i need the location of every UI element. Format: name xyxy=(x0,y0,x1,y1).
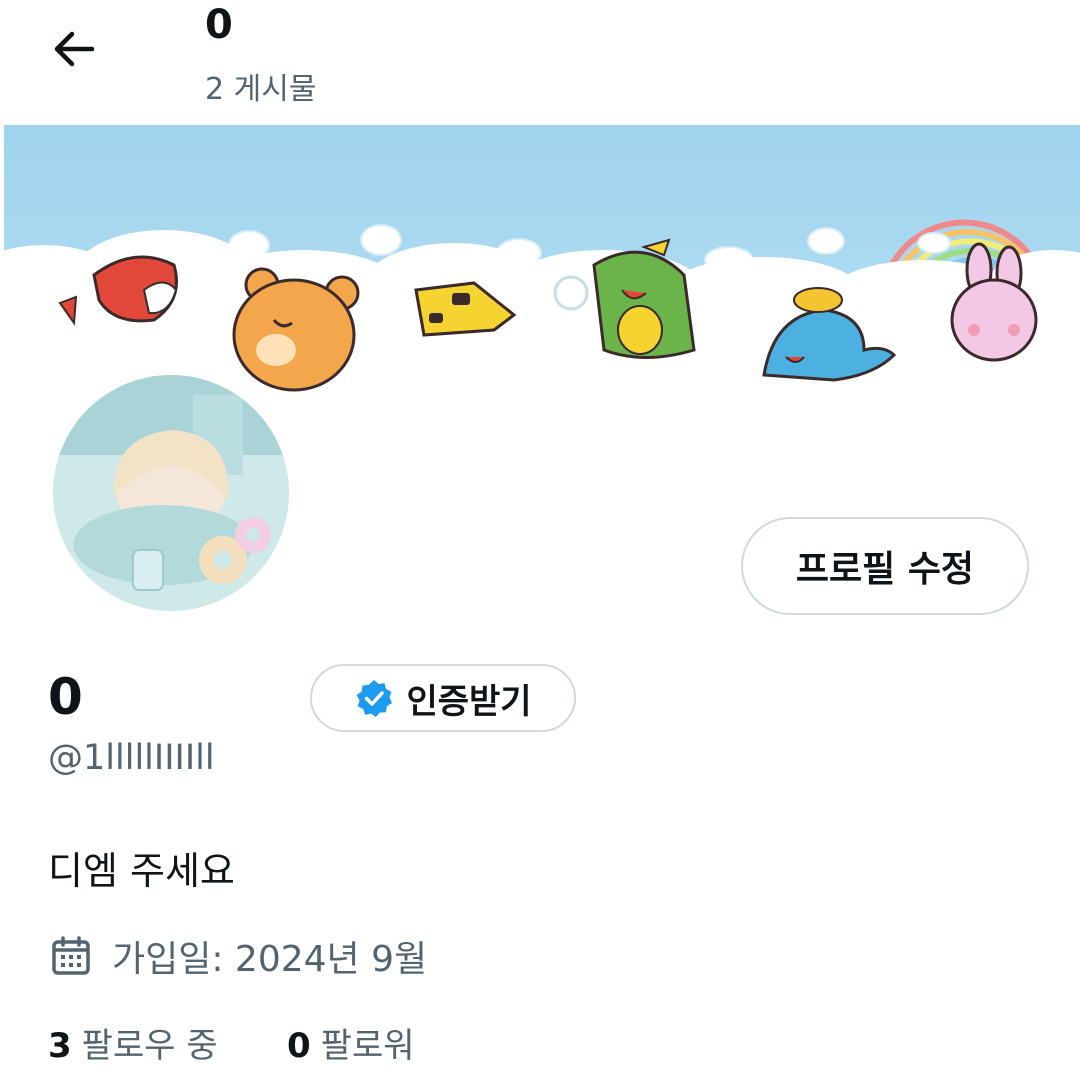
followers-label: 팔로워 xyxy=(320,1026,415,1066)
post-count: 2 게시물 xyxy=(205,72,317,107)
calendar-icon xyxy=(52,936,90,975)
profile-bio: 디엠 주세요 xyxy=(48,849,235,893)
profile-avatar[interactable] xyxy=(53,375,289,611)
verified-badge-icon xyxy=(356,680,393,717)
profile-handle: @1lllllIIIIll xyxy=(48,738,215,778)
get-verified-button[interactable]: 인증받기 xyxy=(310,664,576,732)
arrow-left-icon xyxy=(54,31,95,67)
followers-count: 0 xyxy=(287,1026,311,1066)
followers-link[interactable]: 0 팔로워 xyxy=(287,1018,415,1067)
joined-date-text: 가입일: 2024년 9월 xyxy=(112,939,428,980)
following-link[interactable]: 3 팔로우 중 xyxy=(48,1018,218,1067)
top-bar: 0 2 게시물 xyxy=(0,0,1080,124)
joined-date: 가입일: 2024년 9월 xyxy=(50,930,427,982)
get-verified-label: 인증받기 xyxy=(406,681,532,722)
avatar-image xyxy=(53,375,289,611)
following-count: 3 xyxy=(48,1026,72,1066)
header-title: 0 xyxy=(205,2,233,48)
edit-profile-button[interactable]: 프로필 수정 xyxy=(741,517,1029,615)
profile-name: 0 xyxy=(48,668,83,726)
following-label: 팔로우 중 xyxy=(81,1026,218,1066)
back-button[interactable] xyxy=(46,22,102,78)
